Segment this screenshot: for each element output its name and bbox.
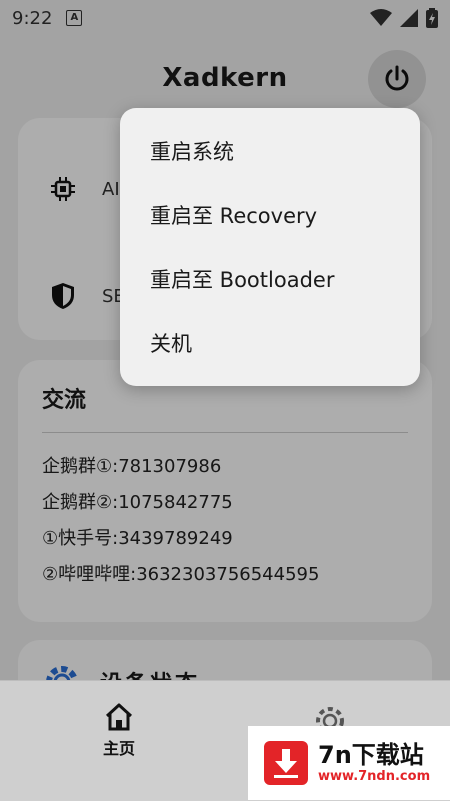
menu-item-reboot-bootloader[interactable]: 重启至 Bootloader [150,260,334,300]
menu-item-power-off[interactable]: 关机 [150,324,192,364]
home-icon [105,703,133,731]
watermark-title: 7n下载站 [318,741,424,769]
download-icon [264,741,308,785]
site-watermark: 7n下载站 www.7ndn.com [248,726,450,800]
watermark-url: www.7ndn.com [318,769,431,784]
nav-home-label: 主页 [102,739,135,758]
menu-item-reboot-system[interactable]: 重启系统 [150,132,234,172]
power-menu: 重启系统 重启至 Recovery 重启至 Bootloader 关机 [120,108,420,386]
menu-item-reboot-recovery[interactable]: 重启至 Recovery [150,196,317,236]
nav-home-tab[interactable]: 主页 [80,703,158,763]
